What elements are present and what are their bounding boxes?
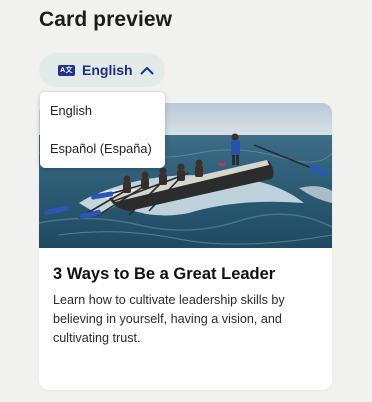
dropdown-option-english[interactable]: English [50, 103, 92, 118]
language-selector-button[interactable]: A文 English [39, 53, 165, 87]
selected-language-label: English [82, 62, 133, 78]
chevron-up-icon [140, 65, 154, 75]
card-description: Learn how to cultivate leadership skills… [53, 293, 285, 345]
language-icon: A文 [58, 64, 75, 76]
page-title: Card preview [39, 8, 173, 31]
card-title: 3 Ways to Be a Great Leader [53, 265, 276, 283]
dropdown-option-espanol[interactable]: Español (España) [50, 141, 152, 156]
language-dropdown-menu: English Español (España) [40, 92, 165, 168]
